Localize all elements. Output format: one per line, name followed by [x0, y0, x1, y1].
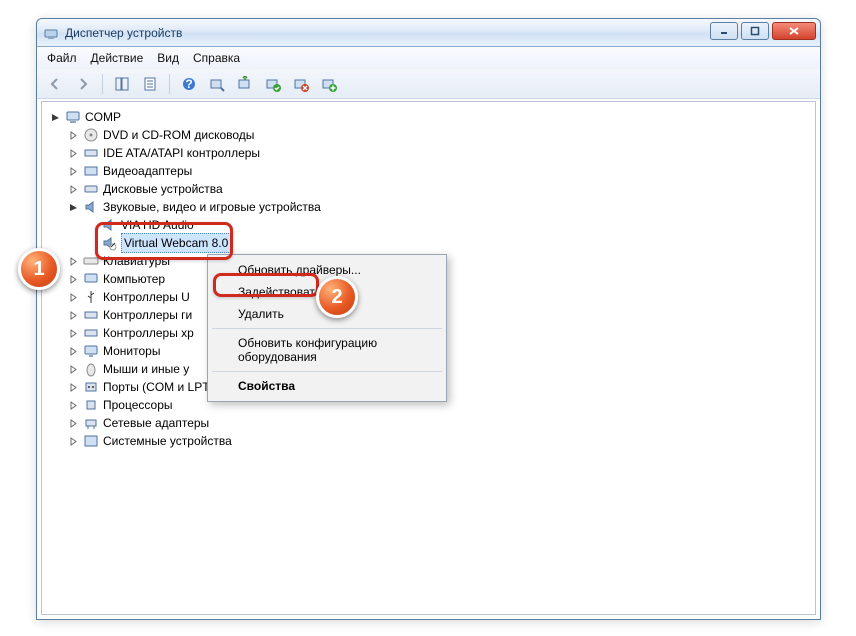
add-legacy-button[interactable] — [317, 72, 341, 96]
tree-item-sound[interactable]: Звуковые, видео и игровые устройства VIA… — [68, 198, 811, 252]
window-title: Диспетчер устройств — [65, 26, 182, 40]
sound-icon — [101, 235, 117, 251]
expand-icon[interactable] — [68, 292, 79, 303]
forward-button[interactable] — [71, 72, 95, 96]
window-buttons — [710, 22, 816, 40]
sound-icon — [101, 217, 117, 233]
controller-icon — [83, 325, 99, 341]
close-button[interactable] — [772, 22, 816, 40]
separator — [169, 74, 170, 94]
minimize-button[interactable] — [710, 22, 738, 40]
menu-help[interactable]: Справка — [193, 51, 240, 65]
tree-label: COMP — [85, 108, 121, 126]
tree-item-selected[interactable]: Virtual Webcam 8.0 — [86, 234, 811, 252]
maximize-button[interactable] — [741, 22, 769, 40]
tree-label: Сетевые адаптеры — [103, 414, 209, 432]
system-icon — [83, 433, 99, 449]
tree-label: DVD и CD-ROM дисководы — [103, 126, 254, 144]
menubar: Файл Действие Вид Справка — [37, 47, 820, 69]
expand-icon[interactable] — [68, 418, 79, 429]
properties-button[interactable] — [138, 72, 162, 96]
monitor-icon — [83, 343, 99, 359]
tree-label: Порты (COM и LPT) — [103, 378, 214, 396]
usb-icon — [83, 289, 99, 305]
display-adapter-icon — [83, 163, 99, 179]
separator — [212, 371, 442, 372]
tree-label: Системные устройства — [103, 432, 232, 450]
computer-icon — [83, 271, 99, 287]
expand-icon[interactable] — [68, 256, 79, 267]
expand-icon[interactable] — [68, 382, 79, 393]
separator — [102, 74, 103, 94]
cpu-icon — [83, 397, 99, 413]
toolbar: ? — [37, 69, 820, 99]
tree-label: VIA HD Audio — [121, 216, 194, 234]
expand-icon[interactable] — [68, 310, 79, 321]
disk-icon — [83, 181, 99, 197]
menu-view[interactable]: Вид — [157, 51, 179, 65]
help-button[interactable]: ? — [177, 72, 201, 96]
update-driver-button[interactable] — [233, 72, 257, 96]
tree-label: Дисковые устройства — [103, 180, 223, 198]
tree-label: Мыши и иные у — [103, 360, 189, 378]
expand-icon[interactable] — [68, 166, 79, 177]
svg-text:?: ? — [185, 77, 192, 91]
expand-icon[interactable] — [68, 400, 79, 411]
mouse-icon — [83, 361, 99, 377]
tree-label: Видеоадаптеры — [103, 162, 192, 180]
expand-icon[interactable] — [68, 328, 79, 339]
tree-item[interactable]: VIA HD Audio — [86, 216, 811, 234]
menu-file[interactable]: Файл — [47, 51, 77, 65]
port-icon — [83, 379, 99, 395]
collapse-icon[interactable] — [50, 112, 61, 123]
expand-icon[interactable] — [68, 274, 79, 285]
tree-item[interactable]: Сетевые адаптеры — [68, 414, 811, 432]
tree-label: Контроллеры U — [103, 288, 190, 306]
tree-label: Virtual Webcam 8.0 — [121, 233, 231, 253]
expand-icon[interactable] — [68, 346, 79, 357]
computer-icon — [65, 109, 81, 125]
tree-item[interactable]: Дисковые устройства — [68, 180, 811, 198]
ctx-properties[interactable]: Свойства — [210, 375, 444, 397]
show-hide-tree-button[interactable] — [110, 72, 134, 96]
annotation-badge-2: 2 — [316, 276, 358, 318]
back-button[interactable] — [43, 72, 67, 96]
tree-label: Контроллеры ги — [103, 306, 192, 324]
expand-icon[interactable] — [68, 436, 79, 447]
tree-item[interactable]: DVD и CD-ROM дисководы — [68, 126, 811, 144]
tree-label: Мониторы — [103, 342, 160, 360]
tree-item[interactable]: Системные устройства — [68, 432, 811, 450]
tree-label: IDE ATA/ATAPI контроллеры — [103, 144, 260, 162]
network-icon — [83, 415, 99, 431]
uninstall-button[interactable] — [289, 72, 313, 96]
titlebar[interactable]: Диспетчер устройств — [37, 19, 820, 47]
collapse-icon[interactable] — [68, 202, 79, 213]
keyboard-icon — [83, 253, 99, 269]
tree-label: Клавиатуры — [103, 252, 170, 270]
tree-label: Звуковые, видео и игровые устройства — [103, 198, 321, 216]
expand-icon[interactable] — [68, 148, 79, 159]
annotation-badge-1: 1 — [18, 248, 60, 290]
sound-icon — [83, 199, 99, 215]
tree-label: Процессоры — [103, 396, 173, 414]
tree-item[interactable]: IDE ATA/ATAPI контроллеры — [68, 144, 811, 162]
controller-icon — [83, 145, 99, 161]
expand-icon[interactable] — [68, 364, 79, 375]
expand-icon[interactable] — [68, 184, 79, 195]
controller-icon — [83, 307, 99, 323]
scan-button[interactable] — [205, 72, 229, 96]
enable-button[interactable] — [261, 72, 285, 96]
menu-action[interactable]: Действие — [91, 51, 144, 65]
tree-item[interactable]: Видеоадаптеры — [68, 162, 811, 180]
cdrom-icon — [83, 127, 99, 143]
context-menu: Обновить драйверы... Задействовать Удали… — [207, 254, 447, 402]
app-icon — [43, 25, 59, 41]
separator — [212, 328, 442, 329]
tree-label: Компьютер — [103, 270, 165, 288]
expand-icon[interactable] — [68, 130, 79, 141]
ctx-rescan[interactable]: Обновить конфигурацию оборудования — [210, 332, 444, 368]
tree-label: Контроллеры хр — [103, 324, 194, 342]
